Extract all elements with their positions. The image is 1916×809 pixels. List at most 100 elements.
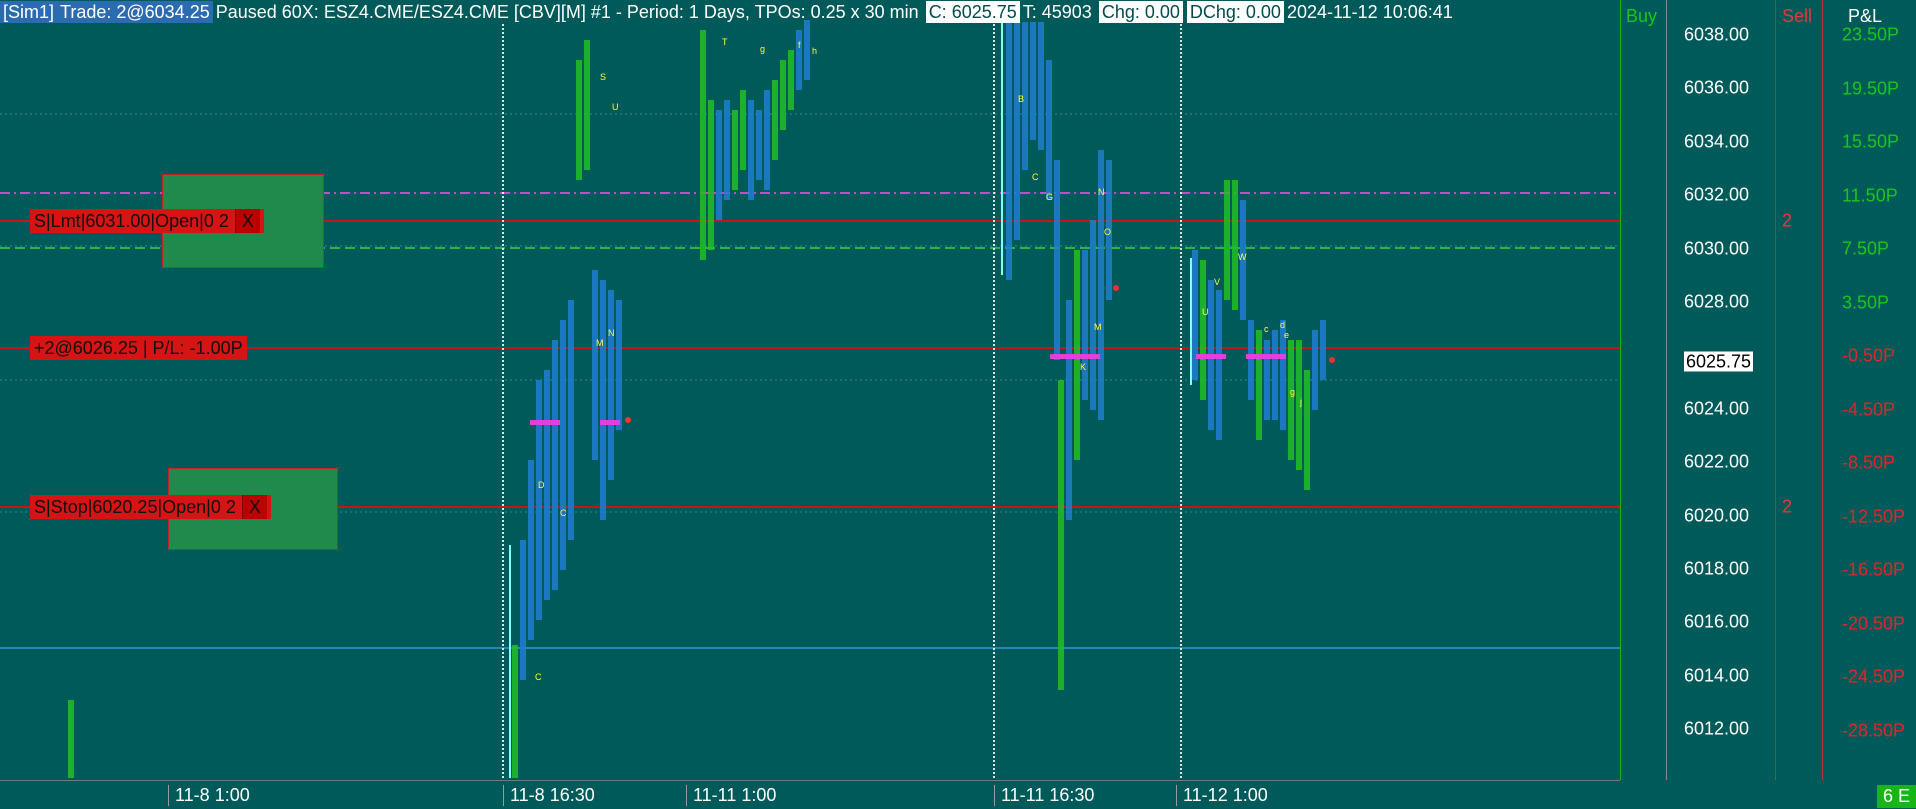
tpo-column: [1066, 300, 1072, 520]
sell-column-divider: [1775, 0, 1776, 780]
pl-label: -20.50P: [1842, 613, 1906, 633]
tpo-column: [756, 110, 762, 180]
tpo-letter: j: [1299, 397, 1302, 407]
daily-change-value: DChg: 0.00: [1186, 1, 1284, 23]
limit-order-cancel-button[interactable]: X: [234, 209, 260, 233]
tpo-letter: h: [812, 46, 817, 56]
stop-order-cancel-button[interactable]: X: [241, 495, 267, 519]
tpo-column: [1058, 380, 1064, 690]
tpo-column: [1248, 320, 1254, 400]
tpo-column: [708, 100, 714, 250]
pl-label: 11.50P: [1842, 185, 1898, 205]
tpo-column: [1288, 340, 1294, 460]
tpo-letter: g: [1290, 387, 1295, 397]
pl-label: -0.50P: [1842, 345, 1896, 366]
limit-order-label[interactable]: S|Lmt|6031.00|Open|0 2X: [30, 209, 264, 233]
tpo-profile-chart[interactable]: SUTg fhCDCNMBCG NOMKUVWc degj: [0, 0, 1620, 780]
buy-column-header[interactable]: Buy: [1626, 6, 1657, 27]
price-label: 6028.00: [1684, 291, 1750, 312]
tpo-column: [764, 90, 770, 190]
tpo-column: [1192, 250, 1198, 380]
sell-count-stop: 2: [1782, 496, 1793, 517]
tpo-letter: T: [722, 37, 728, 47]
tpo-column: [576, 60, 582, 180]
tpo-letter: c: [1264, 324, 1269, 334]
tick-count: T: 45903: [1022, 2, 1092, 22]
tpo-letter: U: [1202, 307, 1209, 317]
pl-label: -12.50P: [1842, 506, 1906, 526]
tpo-letter: W: [1238, 252, 1247, 262]
tpo-column: [780, 60, 786, 130]
tpo-column: [1046, 60, 1052, 200]
tpo-column: [1038, 22, 1044, 150]
stop-order-label[interactable]: S|Stop|6020.25|Open|0 2X: [30, 495, 271, 519]
tpo-column: [1264, 340, 1270, 420]
poc-marker: [1050, 354, 1100, 359]
tpo-column: [568, 300, 574, 540]
tpo-column: [796, 30, 802, 90]
tpo-letter: K: [1080, 362, 1086, 372]
price-label: 6014.00: [1684, 665, 1750, 686]
tpo-column: [716, 110, 722, 220]
tpo-column: [1054, 160, 1060, 360]
close-price: C: 6025.75: [925, 1, 1020, 23]
chart-plot-area[interactable]: SUTgfhCDCNMBCGNOMKUVWcdegj: [0, 0, 1620, 780]
price-label: 6016.00: [1684, 611, 1750, 632]
tpo-column: [732, 110, 738, 190]
tpo-column: [1224, 180, 1230, 300]
pl-label: -4.50P: [1842, 399, 1896, 419]
tpo-column: [724, 100, 730, 200]
current-price-label: 6025.75: [1684, 351, 1754, 373]
tpo-letter: V: [1214, 277, 1220, 287]
tpo-letter: C: [560, 508, 567, 518]
tpo-column: [1256, 330, 1262, 440]
time-label: 11-11 16:30: [994, 785, 1094, 806]
event-count-badge[interactable]: 6 E: [1876, 785, 1916, 808]
pl-label: 23.50P: [1842, 24, 1900, 45]
pl-label: 19.50P: [1842, 78, 1900, 98]
sim-account-tag[interactable]: [Sim1]: [0, 1, 58, 23]
pl-label: 15.50P: [1842, 131, 1900, 152]
tpo-letter: S: [600, 72, 606, 82]
poc-marker: [1196, 354, 1226, 359]
sell-column-header[interactable]: Sell: [1782, 6, 1812, 27]
poc-marker: [1246, 354, 1286, 359]
tpo-column: [1014, 22, 1020, 240]
buy-column-divider: [1620, 0, 1621, 780]
time-label: 11-11 1:00: [686, 785, 776, 806]
tpo-column: [748, 100, 754, 200]
price-label: 6024.00: [1684, 398, 1750, 419]
tpo-column: [512, 645, 518, 778]
price-label: 6020.00: [1684, 505, 1750, 526]
tpo-column: [560, 320, 566, 570]
pl-label: 3.50P: [1842, 292, 1890, 312]
tpo-letter: U: [612, 102, 619, 112]
tpo-column: [1232, 180, 1238, 310]
open-marker: [1113, 285, 1119, 291]
tpo-column: [1272, 330, 1278, 420]
stop-order-text: S|Stop|6020.25|Open|0 2: [34, 497, 236, 517]
price-label: 6022.00: [1684, 451, 1750, 472]
tpo-letter: D: [538, 480, 545, 490]
tpo-letter: C: [535, 672, 542, 682]
tpo-column: [608, 290, 614, 480]
tpo-letter: M: [1094, 322, 1102, 332]
tpo-column: [552, 340, 558, 590]
tpo-letter: M: [596, 338, 604, 348]
time-label: 11-8 1:00: [168, 785, 250, 806]
tpo-column: [1312, 330, 1318, 410]
price-label: 6030.00: [1684, 238, 1750, 259]
tpo-column: [584, 40, 590, 170]
pl-label: -8.50P: [1842, 452, 1896, 473]
price-label: 6036.00: [1684, 77, 1750, 98]
position-label[interactable]: +2@6026.25 | P/L: -1.00P: [30, 336, 247, 360]
tpo-letter: g: [760, 44, 765, 54]
tpo-letter: B: [1018, 94, 1024, 104]
tpo-column: [1082, 250, 1088, 400]
tpo-column: [536, 380, 542, 620]
pl-column-divider: [1822, 0, 1823, 780]
sell-count-limit: 2: [1782, 210, 1793, 231]
tpo-column: [68, 700, 74, 778]
tpo-letter: N: [1098, 187, 1105, 197]
time-axis[interactable]: 11-8 1:00 11-8 16:30 11-11 1:00 11-11 16:30…: [0, 780, 1620, 809]
